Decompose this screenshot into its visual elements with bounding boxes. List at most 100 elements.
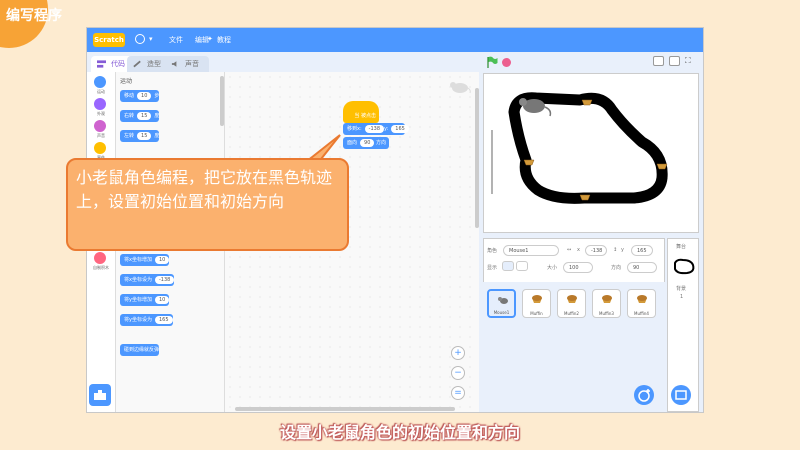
language-caret-icon[interactable]: ▾ xyxy=(149,35,153,43)
goto-xy-block[interactable]: 移到x: -138 y: 165 xyxy=(343,123,409,135)
menu-file[interactable]: 文件 xyxy=(169,35,183,45)
palette-block[interactable]: 碰到边缘就反弹 xyxy=(120,344,160,356)
when-flag-clicked-block[interactable]: 当 被点击 xyxy=(343,101,379,123)
fullscreen-icon[interactable]: ⛶ xyxy=(685,56,696,66)
sprite-thumbnail[interactable]: Muffin2 xyxy=(557,289,586,318)
sprite-thumbnail-label: Muffin2 xyxy=(564,311,579,316)
y-arrows-icon: ↕ xyxy=(613,247,618,253)
menu-bar: Scratch ▾ 文件 编辑 ✦ 教程 xyxy=(87,28,703,52)
extension-icon xyxy=(94,390,106,400)
palette-block[interactable]: 将x坐标增加 10 xyxy=(120,254,170,266)
size-field[interactable]: 100 xyxy=(563,262,593,273)
palette-block[interactable]: 移动 10 步 xyxy=(120,90,160,102)
direction-label: 方向 xyxy=(611,265,622,271)
scratch-logo[interactable]: Scratch xyxy=(93,33,125,47)
hat-block-label: 当 被点击 xyxy=(354,113,376,119)
black-track xyxy=(508,92,668,204)
goto-y-input[interactable]: 165 xyxy=(391,125,409,133)
show-hidden-button[interactable] xyxy=(516,261,528,271)
category-0-dot[interactable] xyxy=(94,76,106,88)
palette-block-suffix: 度 xyxy=(154,133,160,139)
palette-block-label: 右转 xyxy=(124,113,135,119)
zoom-reset-button[interactable]: = xyxy=(451,386,465,400)
palette-block[interactable]: 将x坐标设为 -138 xyxy=(120,274,175,286)
choose-sprite-button[interactable] xyxy=(634,385,654,405)
category-8-dot[interactable] xyxy=(94,252,106,264)
palette-block-input[interactable]: -138 xyxy=(154,276,175,284)
palette-block-input[interactable]: 15 xyxy=(137,112,152,120)
muffin-icon xyxy=(532,295,542,303)
show-label: 显示 xyxy=(487,265,498,271)
subtitle-caption: 设置小老鼠角色的初始位置和方向 xyxy=(279,423,520,442)
stage-thumbnail xyxy=(674,258,695,275)
category-1-dot[interactable] xyxy=(94,98,106,110)
palette-block[interactable]: 右转 15 度 xyxy=(120,110,160,122)
goto-label: 移到x: xyxy=(347,126,362,132)
palette-scrollbar[interactable] xyxy=(220,76,224,126)
muffin-icon xyxy=(637,295,647,303)
workspace-horizontal-scrollbar[interactable] xyxy=(235,407,455,411)
sprite-thumbnail[interactable]: Mouse1 xyxy=(487,289,516,318)
palette-block-input[interactable]: 15 xyxy=(137,132,152,140)
language-globe-icon[interactable] xyxy=(135,34,145,44)
choose-backdrop-button[interactable] xyxy=(671,385,691,405)
sprite-thumbnail[interactable]: Muffin3 xyxy=(592,289,621,318)
y-label: y xyxy=(621,247,624,253)
speaker-icon xyxy=(171,61,177,67)
palette-block[interactable]: 将y坐标设为 165 xyxy=(120,314,173,326)
tab-sounds[interactable]: 声音 xyxy=(165,56,209,72)
tutorials-bulb-icon: ✦ xyxy=(207,35,213,43)
x-field[interactable]: -138 xyxy=(585,245,607,256)
add-extension-button[interactable] xyxy=(89,384,111,406)
backdrop-add-icon xyxy=(675,390,687,400)
zoom-out-button[interactable]: − xyxy=(451,366,465,380)
palette-block-label: 将x坐标设为 xyxy=(124,277,152,283)
palette-block-suffix: 度 xyxy=(154,113,160,119)
sprite-thumbnail-label: Muffin xyxy=(530,311,543,316)
backdrops-count: 1 xyxy=(680,294,684,300)
stop-button[interactable] xyxy=(502,58,511,67)
sprite-thumbnail[interactable]: Muffin xyxy=(522,289,551,318)
menu-tutorials[interactable]: 教程 xyxy=(217,35,231,45)
category-3-dot[interactable] xyxy=(94,142,106,154)
palette-block-label: 将x坐标增加 xyxy=(124,257,152,263)
palette-block[interactable]: 将y坐标增加 10 xyxy=(120,294,170,306)
palette-block-input[interactable]: 10 xyxy=(154,296,170,304)
palette-block-input[interactable]: 10 xyxy=(154,256,170,264)
muffin-icon xyxy=(602,295,612,303)
size-label: 大小 xyxy=(547,265,558,271)
palette-block-label: 移动 xyxy=(124,93,135,99)
stage-canvas[interactable] xyxy=(483,73,699,233)
palette-block-input[interactable]: 10 xyxy=(137,92,152,100)
goto-x-input[interactable]: -138 xyxy=(364,125,385,133)
direction-field[interactable]: 90 xyxy=(627,262,657,273)
category-label: 外观 xyxy=(97,111,105,116)
small-stage-button[interactable] xyxy=(653,56,664,66)
palette-block-label: 将y坐标设为 xyxy=(124,317,152,323)
sprite-name-label: 角色 xyxy=(487,248,498,254)
palette-block-label: 碰到边缘就反弹 xyxy=(124,347,160,353)
sprite-name-field[interactable]: Mouse1 xyxy=(503,245,559,256)
stage-pane-label: 舞台 xyxy=(676,244,687,250)
large-stage-button[interactable] xyxy=(669,56,680,66)
palette-block[interactable]: 左转 15 度 xyxy=(120,130,160,142)
workspace-vertical-scrollbar[interactable] xyxy=(475,88,479,228)
point-direction-input[interactable]: 90 xyxy=(360,139,375,147)
green-flag-icon[interactable] xyxy=(487,56,498,68)
tab-code-label: 代码 xyxy=(111,60,125,68)
palette-block-input[interactable]: 165 xyxy=(154,316,173,324)
tooltip-text: 小老鼠角色编程，把它放在黑色轨迹上，设置初始位置和初始方向 xyxy=(76,168,333,211)
goto-y-label: y: xyxy=(384,126,389,132)
y-field[interactable]: 165 xyxy=(631,245,653,256)
code-tab-icon xyxy=(97,60,106,68)
zoom-in-button[interactable]: + xyxy=(451,346,465,360)
x-arrows-icon: ↔ xyxy=(567,247,572,253)
show-visible-button[interactable] xyxy=(502,261,514,271)
palette-block-label: 左转 xyxy=(124,133,135,139)
category-2-dot[interactable] xyxy=(94,120,106,132)
category-label: 运动 xyxy=(97,89,105,94)
x-label: x xyxy=(577,247,580,253)
muffin-icon xyxy=(567,295,577,303)
sprite-thumbnail[interactable]: Muffin4 xyxy=(627,289,656,318)
palette-block-label: 将y坐标增加 xyxy=(124,297,152,303)
